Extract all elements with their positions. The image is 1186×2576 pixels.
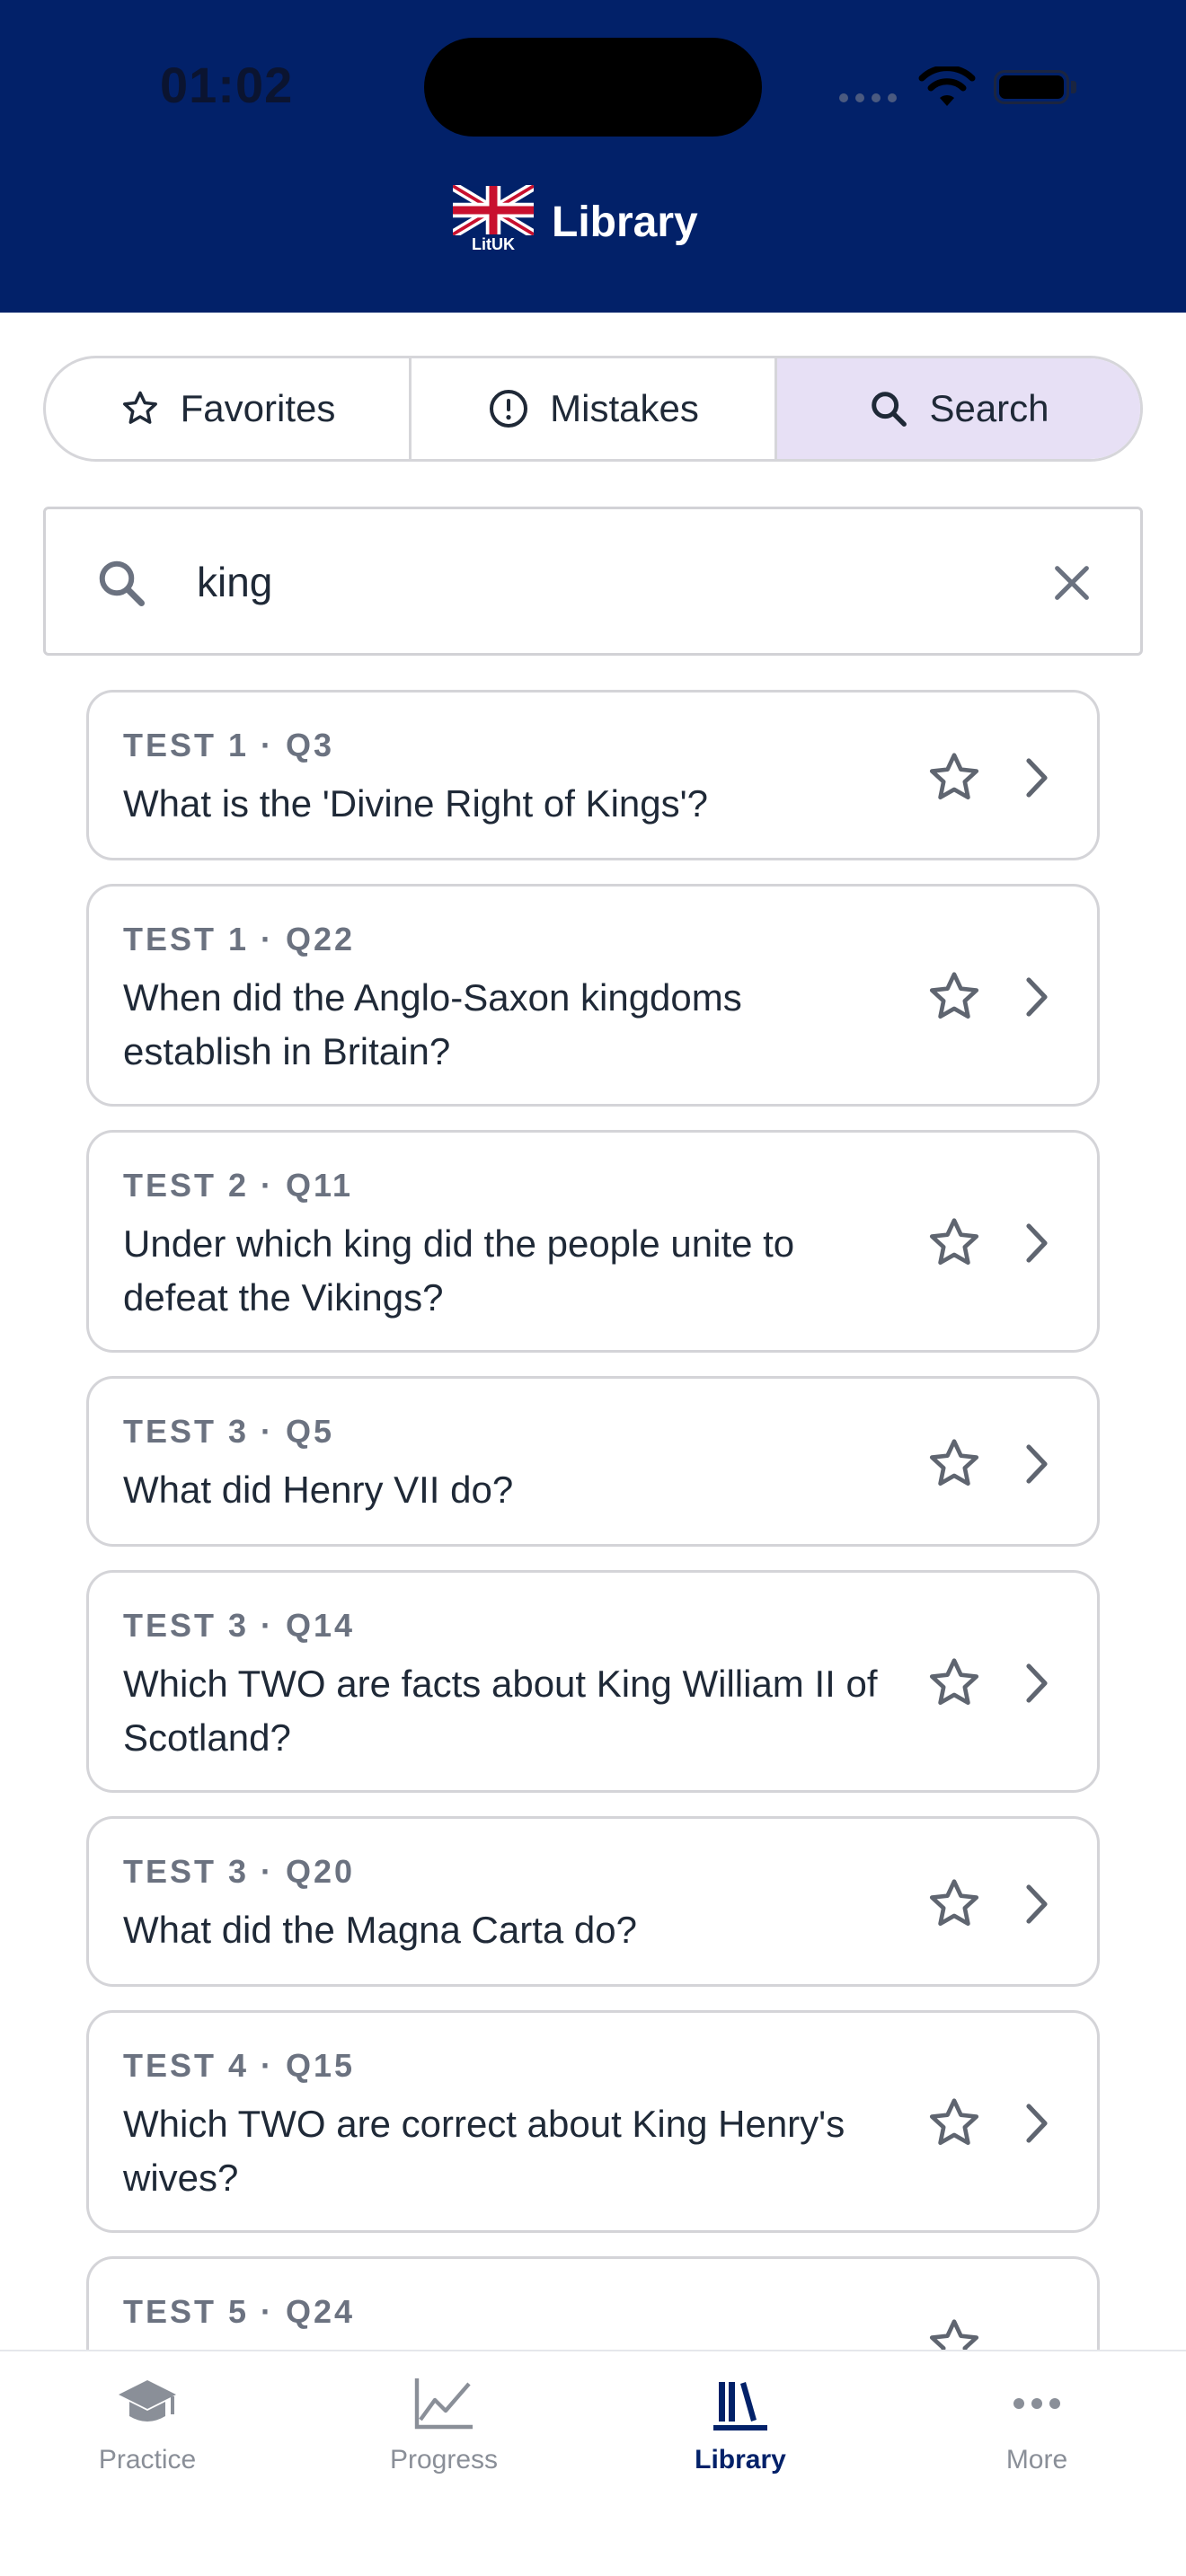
question-text: Under which king did the people unite to… [123, 1222, 795, 1319]
star-icon[interactable] [925, 2315, 984, 2350]
segment-label: Search [929, 387, 1049, 429]
star-icon[interactable] [925, 967, 984, 1031]
books-icon [713, 2382, 767, 2430]
question-reference: TEST 3 · Q5 [123, 1413, 335, 1450]
question-reference: TEST 1 · Q22 [123, 921, 356, 957]
question-text: What did Henry VII do? [123, 1469, 514, 1511]
more-dots-icon [1013, 2398, 1060, 2409]
question-reference: TEST 3 · Q14 [123, 1607, 356, 1644]
bottom-tab-bar: Practice Progress Library More [0, 2350, 1186, 2576]
segment-mistakes[interactable]: Mistakes [412, 358, 777, 459]
tab-progress[interactable]: Progress [336, 2375, 552, 2475]
star-icon[interactable] [925, 2094, 984, 2157]
star-icon[interactable] [925, 1654, 984, 1717]
search-icon [872, 392, 907, 427]
chevron-right-icon[interactable] [1025, 1222, 1049, 1268]
chevron-right-icon[interactable] [1025, 1443, 1049, 1489]
graduation-cap-icon [119, 2380, 176, 2422]
result-card[interactable]: TEST 4 · Q15 Which TWO are correct about… [86, 2010, 1100, 2233]
search-icon [94, 556, 148, 614]
chevron-right-icon[interactable] [1025, 976, 1049, 1022]
question-reference: TEST 4 · Q15 [123, 2047, 356, 2084]
tab-label: More [1005, 2445, 1068, 2475]
question-reference: TEST 1 · Q3 [123, 727, 335, 763]
question-text: What did the Magna Carta do? [123, 1909, 638, 1951]
question-text: Which TWO are correct about King Henry's… [123, 2103, 845, 2199]
question-text: What is the 'Divine Right of Kings'? [123, 782, 708, 825]
page-title: Library [552, 198, 698, 246]
search-input[interactable]: king [197, 558, 272, 606]
chevron-right-icon[interactable] [1025, 1883, 1049, 1929]
chevron-right-icon[interactable] [1025, 2103, 1049, 2148]
cellular-signal-icon [839, 93, 897, 102]
star-icon[interactable] [925, 748, 984, 812]
chevron-right-icon[interactable] [1025, 1663, 1049, 1708]
status-time: 01:02 [160, 57, 294, 113]
app-header: 01:02 LitUK Library [0, 0, 1186, 313]
tab-library[interactable]: Library [633, 2375, 848, 2475]
battery-icon [994, 70, 1069, 104]
segment-search[interactable]: Search [777, 358, 1140, 459]
tab-label: Progress [389, 2445, 499, 2475]
segment-label: Favorites [180, 387, 336, 429]
result-card[interactable]: TEST 1 · Q22 When did the Anglo-Saxon ki… [86, 884, 1100, 1107]
question-reference: TEST 5 · Q24 [123, 2293, 356, 2330]
result-card[interactable]: TEST 5 · Q24 [86, 2256, 1100, 2350]
search-results-list[interactable]: TEST 1 · Q3 What is the 'Divine Right of… [0, 683, 1186, 2350]
star-icon[interactable] [925, 1875, 984, 1938]
search-field[interactable]: king [43, 507, 1143, 656]
question-text: Which TWO are facts about King William I… [123, 1663, 878, 1759]
chevron-right-icon[interactable] [1025, 757, 1049, 803]
question-text: When did the Anglo-Saxon kingdoms establ… [123, 976, 742, 1072]
tab-practice[interactable]: Practice [40, 2375, 255, 2475]
alert-circle-icon [490, 390, 528, 428]
question-reference: TEST 2 · Q11 [123, 1167, 354, 1204]
tab-label: Library [695, 2445, 786, 2475]
result-card[interactable]: TEST 3 · Q5 What did Henry VII do? [86, 1376, 1100, 1547]
library-segmented-control: Favorites Mistakes Search [43, 356, 1143, 462]
brand-text: LitUK [472, 235, 515, 253]
union-flag-icon [453, 185, 534, 235]
result-card[interactable]: TEST 3 · Q20 What did the Magna Carta do… [86, 1816, 1100, 1987]
question-reference: TEST 3 · Q20 [123, 1853, 356, 1890]
result-card[interactable]: TEST 2 · Q11 Under which king did the pe… [86, 1130, 1100, 1353]
result-card[interactable]: TEST 1 · Q3 What is the 'Divine Right of… [86, 690, 1100, 860]
lituk-logo: LitUK [453, 185, 534, 257]
wifi-icon [918, 65, 976, 114]
clear-search-icon[interactable] [1047, 558, 1097, 613]
result-card[interactable]: TEST 3 · Q14 Which TWO are facts about K… [86, 1570, 1100, 1793]
dynamic-island [424, 38, 762, 137]
tab-more[interactable]: More [929, 2375, 1145, 2475]
star-icon[interactable] [925, 1213, 984, 1277]
star-icon[interactable] [925, 1434, 984, 1498]
tab-label: Practice [98, 2445, 197, 2475]
chart-line-icon [414, 2378, 473, 2430]
segment-label: Mistakes [550, 387, 699, 429]
segment-favorites[interactable]: Favorites [46, 358, 412, 459]
star-icon [122, 391, 157, 424]
